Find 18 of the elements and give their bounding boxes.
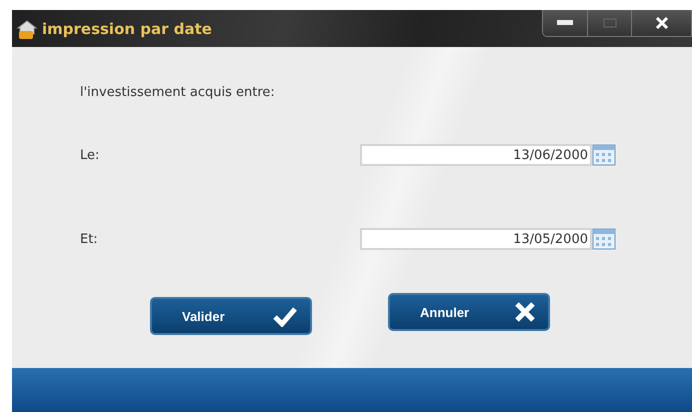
maximize-icon: [602, 18, 616, 28]
prompt-text: l'investissement acquis entre:: [80, 85, 276, 102]
field-label: Le:: [80, 148, 100, 162]
window-title: impression par date: [42, 20, 212, 38]
validate-button[interactable]: Valider: [150, 297, 312, 335]
date-field[interactable]: 13/06/2000: [360, 144, 592, 166]
app-icon: [16, 18, 38, 40]
date-field[interactable]: 13/05/2000: [360, 228, 592, 250]
calendar-icon[interactable]: [592, 144, 616, 166]
cancel-button[interactable]: Annuler: [388, 293, 550, 331]
minimize-icon: [557, 20, 573, 26]
close-icon: [514, 301, 536, 323]
minimize-button[interactable]: [543, 10, 587, 36]
close-button[interactable]: [631, 10, 691, 36]
calendar-icon[interactable]: [592, 228, 616, 250]
close-icon: [654, 17, 668, 29]
field-label: Et:: [80, 232, 99, 246]
check-icon: [272, 305, 298, 327]
